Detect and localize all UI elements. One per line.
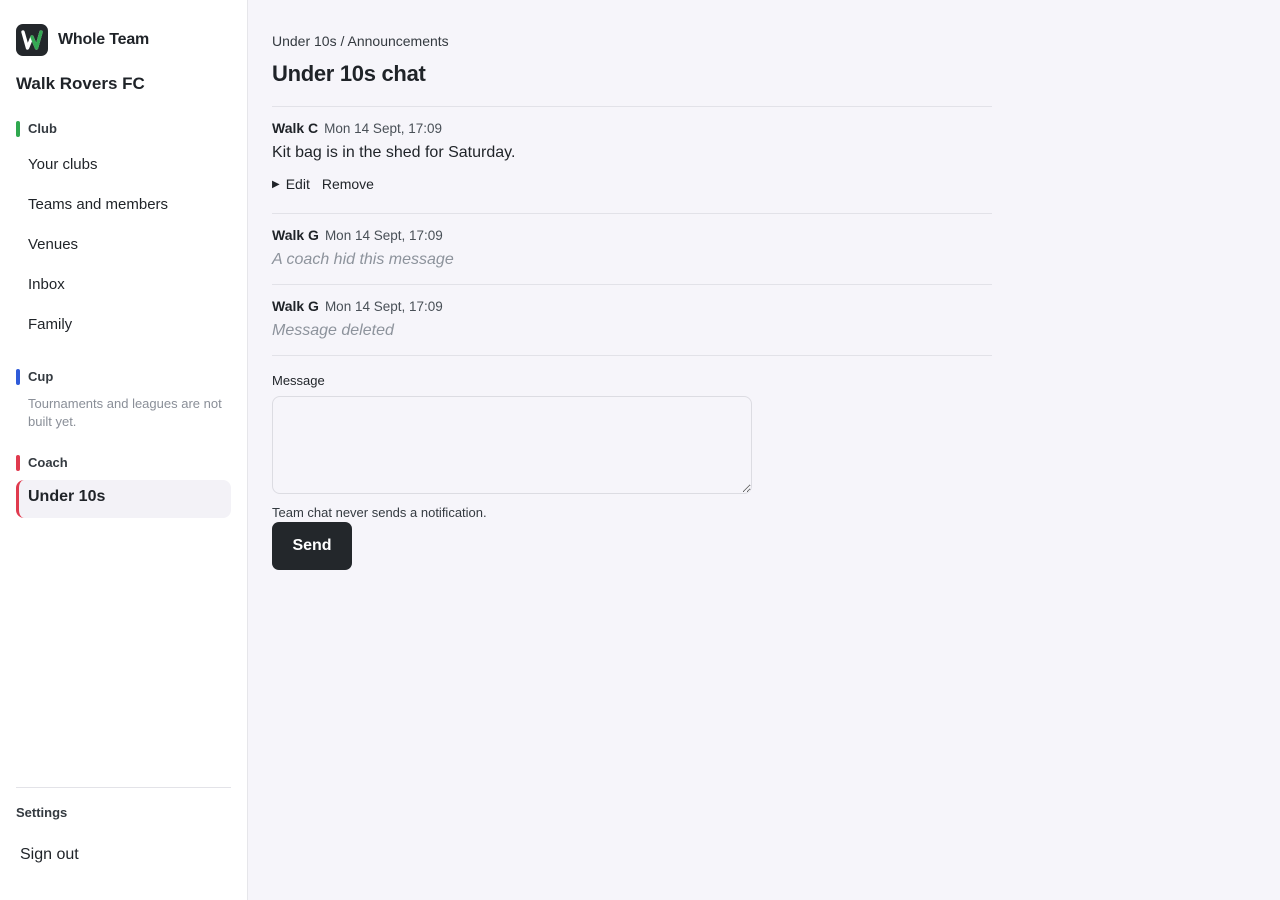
- section-club-heading: Club: [16, 121, 57, 137]
- message-timestamp: Mon 14 Sept, 17:09: [324, 228, 443, 243]
- sidebar: Whole Team Walk Rovers FC Club Your club…: [0, 0, 248, 900]
- sidebar-item-inbox[interactable]: Inbox: [28, 274, 65, 296]
- notification-hint: Team chat never sends a notification.: [272, 505, 487, 520]
- message-deleted-notice: Message deleted: [272, 322, 394, 339]
- message-meta: Walk G Mon 14 Sept, 17:09: [272, 298, 443, 314]
- divider: [272, 355, 992, 356]
- disclosure-triangle-icon[interactable]: ▶: [272, 179, 280, 190]
- message-meta: Walk G Mon 14 Sept, 17:09: [272, 227, 443, 243]
- brand[interactable]: Whole Team: [16, 24, 149, 56]
- cup-note: Tournaments and leagues are not built ye…: [28, 396, 222, 429]
- message-author: Walk C: [272, 120, 319, 136]
- sidebar-divider: [16, 787, 231, 788]
- sidebar-item-label: Under 10s: [28, 488, 106, 505]
- app-name: Whole Team: [58, 31, 150, 48]
- message-body: Kit bag is in the shed for Saturday.: [272, 144, 516, 161]
- message-timestamp: Mon 14 Sept, 17:09: [324, 299, 443, 314]
- breadcrumb: Under 10s / Announcements: [272, 33, 449, 49]
- breadcrumb-separator: /: [340, 33, 345, 49]
- sidebar-item-teams-and-members[interactable]: Teams and members: [28, 194, 168, 216]
- divider: [272, 106, 992, 107]
- message-hidden-notice: A coach hid this message: [272, 251, 454, 268]
- settings-heading: Settings: [16, 805, 68, 820]
- divider: [272, 284, 992, 285]
- message-timestamp: Mon 14 Sept, 17:09: [324, 121, 442, 136]
- sidebar-item-venues[interactable]: Venues: [28, 234, 78, 256]
- section-cup-heading: Cup: [16, 369, 53, 385]
- breadcrumb-page-link[interactable]: Announcements: [348, 33, 449, 49]
- message-label: Message: [272, 373, 325, 388]
- message-author: Walk G: [272, 298, 319, 314]
- page-title: Under 10s chat: [272, 61, 426, 86]
- sign-out-link[interactable]: Sign out: [20, 846, 79, 864]
- message-meta: Walk C Mon 14 Sept, 17:09: [272, 120, 442, 136]
- message-author: Walk G: [272, 227, 319, 243]
- breadcrumb-team-link[interactable]: Under 10s: [272, 33, 337, 49]
- message-textarea[interactable]: [272, 396, 752, 494]
- section-coach-heading: Coach: [16, 455, 68, 471]
- whole-team-logo-icon: [16, 24, 48, 56]
- send-button[interactable]: Send: [272, 522, 352, 570]
- sidebar-item-your-clubs[interactable]: Your clubs: [28, 154, 98, 176]
- remove-message-button[interactable]: Remove: [322, 176, 374, 192]
- club-name: Walk Rovers FC: [16, 74, 145, 93]
- edit-message-toggle[interactable]: Edit: [286, 176, 310, 192]
- sidebar-item-under-10s[interactable]: Under 10s: [16, 480, 231, 518]
- sidebar-item-family[interactable]: Family: [28, 314, 72, 336]
- divider: [272, 213, 992, 214]
- message-actions: ▶ Edit Remove: [272, 176, 374, 192]
